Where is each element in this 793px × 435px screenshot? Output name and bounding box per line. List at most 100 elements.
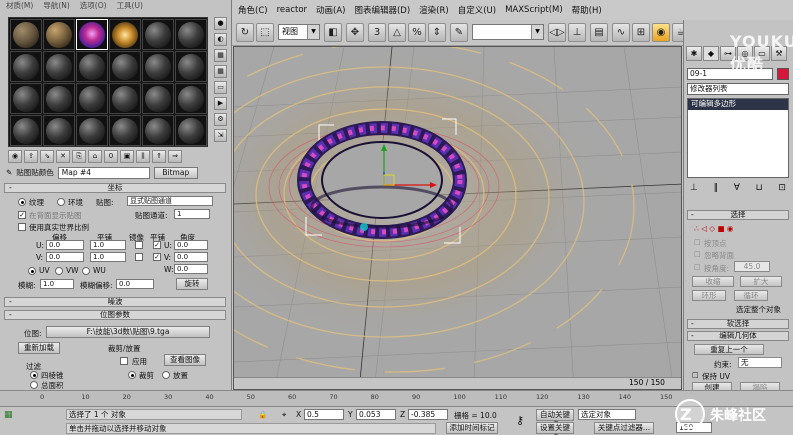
- create-tab-icon[interactable]: ✱: [686, 46, 702, 61]
- u-tile-checkbox[interactable]: ✓: [153, 241, 161, 249]
- selection-rollout-header[interactable]: 选择: [687, 210, 789, 220]
- mat-menu-options[interactable]: 选项(O): [80, 0, 107, 12]
- uv-radio[interactable]: [28, 267, 36, 275]
- align-icon[interactable]: ⊥: [568, 23, 586, 42]
- material-slot[interactable]: [175, 19, 207, 50]
- texture-radio[interactable]: [18, 198, 26, 206]
- modifier-list-dropdown[interactable]: 修改器列表: [687, 83, 789, 95]
- v-tiling-spinner[interactable]: 1.0: [90, 252, 126, 262]
- material-slot[interactable]: [175, 83, 207, 114]
- edit-geometry-rollout-header[interactable]: 编辑几何体: [687, 331, 789, 341]
- material-slot[interactable]: [43, 19, 75, 50]
- mirror-icon[interactable]: ◁▷: [548, 23, 566, 42]
- options-icon[interactable]: ⚙: [214, 113, 227, 126]
- assign-to-selection-icon[interactable]: ⇘: [40, 150, 54, 163]
- material-slot[interactable]: [43, 83, 75, 114]
- key-filters-button[interactable]: 关键点过滤器...: [594, 422, 654, 434]
- mat-menu-material[interactable]: 材质(M): [6, 0, 33, 12]
- snap-3d-icon[interactable]: 3: [368, 23, 386, 42]
- v-offset-spinner[interactable]: 0.0: [46, 252, 84, 262]
- pick-from-object-icon[interactable]: ✎: [6, 168, 12, 177]
- u-mirror-checkbox[interactable]: [135, 241, 143, 249]
- material-slot[interactable]: [142, 83, 174, 114]
- material-slot[interactable]: [10, 51, 42, 82]
- u-offset-spinner[interactable]: 0.0: [46, 240, 84, 250]
- layer-manager-icon[interactable]: ▤: [590, 23, 608, 42]
- maxscript-listener-icon[interactable]: ▦: [4, 410, 13, 420]
- auto-key-button[interactable]: 自动关键点: [536, 409, 574, 429]
- bitmap-path-button[interactable]: F:\技能\3d数\贴图\9.tga: [46, 326, 210, 338]
- v-tile-checkbox[interactable]: ✓: [153, 253, 161, 261]
- set-key-button[interactable]: 设置关键点: [536, 422, 574, 435]
- make-preview-icon[interactable]: ▶: [214, 97, 227, 110]
- subobject-icons[interactable]: ∴ ◁ ◇ ■ ◉: [694, 224, 733, 233]
- v-angle-spinner[interactable]: 0.0: [174, 252, 208, 262]
- material-effects-channel-icon[interactable]: 0: [104, 150, 118, 163]
- material-slot[interactable]: [175, 51, 207, 82]
- make-unique-icon[interactable]: ⎘: [72, 150, 86, 163]
- menu-item-animation[interactable]: 动画(A): [316, 4, 345, 16]
- sample-uv-tiling-icon[interactable]: ▦: [214, 65, 227, 78]
- video-color-check-icon[interactable]: ▭: [214, 81, 227, 94]
- absolute-mode-icon[interactable]: ⌖: [282, 410, 286, 420]
- menu-item-rendering[interactable]: 渲染(R): [419, 4, 449, 16]
- material-slot[interactable]: [76, 83, 108, 114]
- material-slot[interactable]: [43, 51, 75, 82]
- material-slot[interactable]: [175, 115, 207, 146]
- perspective-viewport[interactable]: 150 / 150: [233, 46, 682, 390]
- material-slot[interactable]: [10, 115, 42, 146]
- by-vertex-checkbox[interactable]: ☐: [694, 238, 701, 247]
- go-to-parent-icon[interactable]: ⇑: [152, 150, 166, 163]
- time-slider[interactable]: [234, 377, 681, 389]
- select-by-material-icon[interactable]: ⇲: [214, 129, 227, 142]
- z-coordinate-field[interactable]: -0.385: [408, 409, 448, 420]
- x-coordinate-field[interactable]: 0.5: [304, 409, 344, 420]
- backlight-icon[interactable]: ◐: [214, 33, 227, 46]
- u-angle-spinner[interactable]: 0.0: [174, 240, 208, 250]
- grow-button[interactable]: 扩大: [740, 276, 782, 287]
- shrink-button[interactable]: 收缩: [692, 276, 734, 287]
- show-map-in-viewport-icon[interactable]: ▣: [120, 150, 134, 163]
- filter-pyramidal-radio[interactable]: [30, 371, 38, 379]
- filter-summed-radio[interactable]: [30, 381, 38, 389]
- ignore-backfacing-checkbox[interactable]: ☐: [694, 250, 701, 259]
- map-type-button[interactable]: Bitmap: [153, 166, 198, 179]
- bitmap-params-rollout-header[interactable]: 位图参数: [4, 310, 226, 320]
- selected-object-select[interactable]: 选定对象: [578, 409, 636, 420]
- menu-item-reactor[interactable]: reactor: [277, 5, 307, 15]
- blur-offset-spinner[interactable]: 0.0: [116, 279, 154, 289]
- schematic-view-icon[interactable]: ⊞: [632, 23, 650, 42]
- lock-selection-icon[interactable]: 🔒: [258, 410, 267, 419]
- material-slot[interactable]: [142, 19, 174, 50]
- u-tiling-spinner[interactable]: 1.0: [90, 240, 126, 250]
- reset-map-icon[interactable]: ✕: [56, 150, 70, 163]
- rotate-button[interactable]: 旋转: [176, 278, 208, 290]
- material-slot[interactable]: [10, 19, 42, 50]
- reference-coordinate-combo[interactable]: 视图: [278, 24, 320, 40]
- material-slot[interactable]: [142, 51, 174, 82]
- show-map-on-back-checkbox[interactable]: ✓: [18, 211, 26, 219]
- crop-radio[interactable]: [128, 371, 136, 379]
- material-slot[interactable]: [76, 19, 108, 50]
- remove-modifier-icon[interactable]: ⊔: [756, 183, 763, 195]
- rotate-tool-icon[interactable]: ↻: [236, 23, 254, 42]
- w-angle-spinner[interactable]: 0.0: [174, 264, 208, 274]
- curve-editor-icon[interactable]: ∿: [612, 23, 630, 42]
- map-channel-spinner[interactable]: 1: [174, 209, 210, 219]
- menu-item-maxscript[interactable]: MAXScript(M): [505, 5, 563, 15]
- named-selection-combo[interactable]: [472, 24, 544, 40]
- v-mirror-checkbox[interactable]: [135, 253, 143, 261]
- wu-radio[interactable]: [82, 267, 90, 275]
- material-slot[interactable]: [142, 115, 174, 146]
- vw-radio[interactable]: [55, 267, 63, 275]
- use-real-world-checkbox[interactable]: [18, 223, 26, 231]
- mapping-select[interactable]: 显式贴图通道: [127, 196, 213, 206]
- spinner-snap-icon[interactable]: ⇕: [428, 23, 446, 42]
- material-slot[interactable]: [109, 83, 141, 114]
- make-unique-stack-icon[interactable]: ∀: [734, 183, 740, 195]
- named-selection-icon[interactable]: ✎: [450, 23, 468, 42]
- material-slot[interactable]: [109, 115, 141, 146]
- environ-radio[interactable]: [57, 198, 65, 206]
- material-slot[interactable]: [76, 115, 108, 146]
- percent-snap-icon[interactable]: %: [408, 23, 426, 42]
